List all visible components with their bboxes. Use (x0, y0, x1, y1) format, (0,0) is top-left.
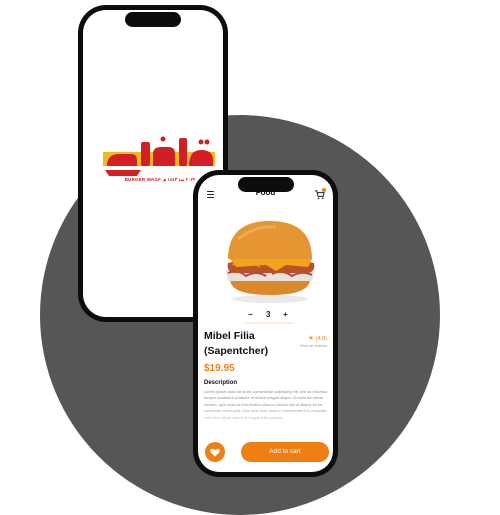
description-heading: Description (204, 380, 238, 386)
burger-image (226, 221, 315, 303)
rating-value: (4.8) (315, 336, 327, 342)
description-fade (198, 403, 333, 439)
view-reviews-link[interactable]: View all reviews (300, 344, 327, 348)
quantity-value: 3 (266, 310, 271, 319)
rating: ★ (4.8) (308, 334, 327, 342)
product-screen: Food − 3 + Mibel Filia (Sapentcher) ★ (4… (198, 175, 333, 472)
add-to-cart-button[interactable]: Add to cart (241, 442, 329, 462)
quantity-underline (244, 322, 294, 324)
product-name: Mibel Filia (Sapentcher) (204, 330, 269, 357)
star-icon: ★ (307, 335, 315, 342)
quantity-stepper: − 3 + (246, 309, 292, 320)
dynamic-island (237, 177, 294, 192)
phone-product: Food − 3 + Mibel Filia (Sapentcher) ★ (4… (193, 170, 338, 477)
heart-icon (210, 448, 220, 456)
favorite-button[interactable] (205, 442, 225, 462)
dynamic-island (125, 12, 181, 27)
decrease-quantity-button[interactable]: − (248, 309, 253, 320)
increase-quantity-button[interactable]: + (283, 309, 288, 320)
cart-badge (322, 188, 326, 192)
product-price: $19.95 (204, 363, 235, 374)
brand-logo (103, 136, 215, 176)
